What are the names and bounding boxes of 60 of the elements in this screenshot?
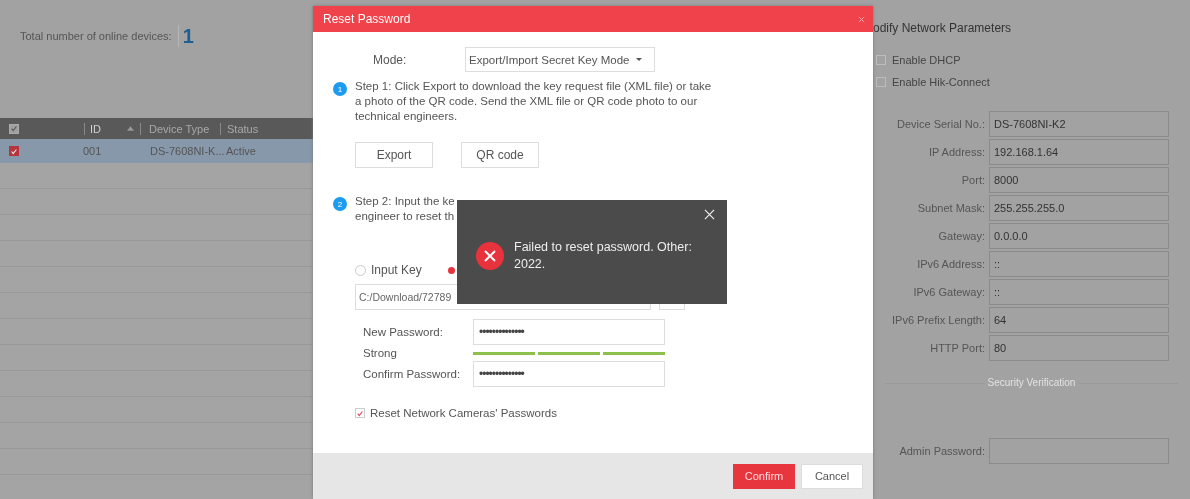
checkbox[interactable] (876, 77, 886, 87)
step-instructions: Step 2: Input the ke (355, 195, 455, 207)
table-cell: 001 (83, 145, 102, 157)
checkbox-label: Enable DHCP (892, 54, 961, 66)
password-field[interactable]: •••••••••••••• (473, 319, 665, 345)
field-label: Confirm Password: (363, 367, 462, 382)
field-label: Port: (960, 174, 986, 186)
section-title: Security Verification (983, 377, 1080, 390)
error-message: Failed to reset password. Other: 2022. (514, 239, 693, 273)
table-cell: Active (226, 145, 256, 157)
action-button[interactable]: QR code (461, 142, 539, 168)
text-field[interactable]: 80 (989, 335, 1169, 361)
password-field[interactable] (989, 438, 1169, 464)
field-label: Subnet Mask: (916, 202, 986, 214)
field-label: IPv6 Address: (916, 258, 986, 270)
text-field[interactable]: :: (989, 279, 1169, 305)
field-label: Device Serial No.: (895, 118, 986, 130)
device-count: 1 (177, 25, 194, 47)
text-field[interactable]: DS-7608NI-K2 (989, 111, 1169, 137)
field-label: Mode: (372, 52, 408, 67)
table-cell: DS-7608NI-K... (150, 145, 225, 157)
step-instructions: Step 1: Click Export to download the key request file (XML file) or take a photo of the QR code. Send the XML file or QR code photo to our technical engineers. (355, 80, 712, 122)
checkbox-label: Enable Hik-Connect (892, 76, 990, 88)
step-instructions: engineer to reset th (355, 210, 455, 222)
dialog-title: Reset Password (323, 12, 411, 26)
caret-icon (636, 58, 643, 61)
field-label: Gateway: (937, 230, 986, 242)
field-label: HTTP Port: (929, 342, 986, 354)
text-field[interactable]: 0.0.0.0 (989, 223, 1169, 249)
step-number-badge: 2 (333, 197, 347, 211)
field-label: Admin Password: (898, 445, 986, 457)
error-icon (476, 242, 504, 270)
checkbox-label: Reset Network Cameras' Passwords (370, 407, 557, 419)
checkbox[interactable] (9, 123, 19, 134)
step-number-badge: 1 (333, 82, 347, 96)
text-field[interactable]: 192.168.1.64 (989, 139, 1169, 165)
field-label: IP Address: (927, 146, 986, 158)
text-field[interactable]: :: (989, 251, 1169, 277)
strength-label: Strong (363, 346, 398, 361)
panel-title: odify Network Parameters (873, 21, 1013, 37)
text-field[interactable]: 255.255.255.0 (989, 195, 1169, 221)
field-label: IPv6 Gateway: (912, 286, 986, 298)
confirm-button[interactable]: Confirm (733, 463, 795, 489)
field-label: IPv6 Prefix Length: (891, 314, 986, 326)
password-field[interactable]: •••••••••••••• (473, 361, 665, 387)
column-header[interactable]: Device Type (149, 122, 210, 135)
field-label: New Password: (363, 325, 444, 340)
cancel-button[interactable]: Cancel (801, 463, 863, 489)
checkbox[interactable] (9, 146, 19, 156)
text-field[interactable]: 8000 (989, 167, 1169, 193)
action-button[interactable]: Export (355, 142, 433, 168)
checkbox[interactable] (876, 55, 886, 65)
text-field[interactable]: 64 (989, 307, 1169, 333)
table-row[interactable]: 001 DS-7608NI-K...Active (0, 139, 313, 163)
mode-dropdown[interactable]: Export/Import Secret Key Mode (465, 47, 655, 72)
radio-label: Input Key (371, 263, 422, 277)
total-label: Total number of online devices: (20, 30, 172, 42)
column-header[interactable]: Status (227, 122, 259, 135)
column-header[interactable]: ID (84, 122, 101, 135)
sort-icon[interactable] (127, 126, 134, 131)
